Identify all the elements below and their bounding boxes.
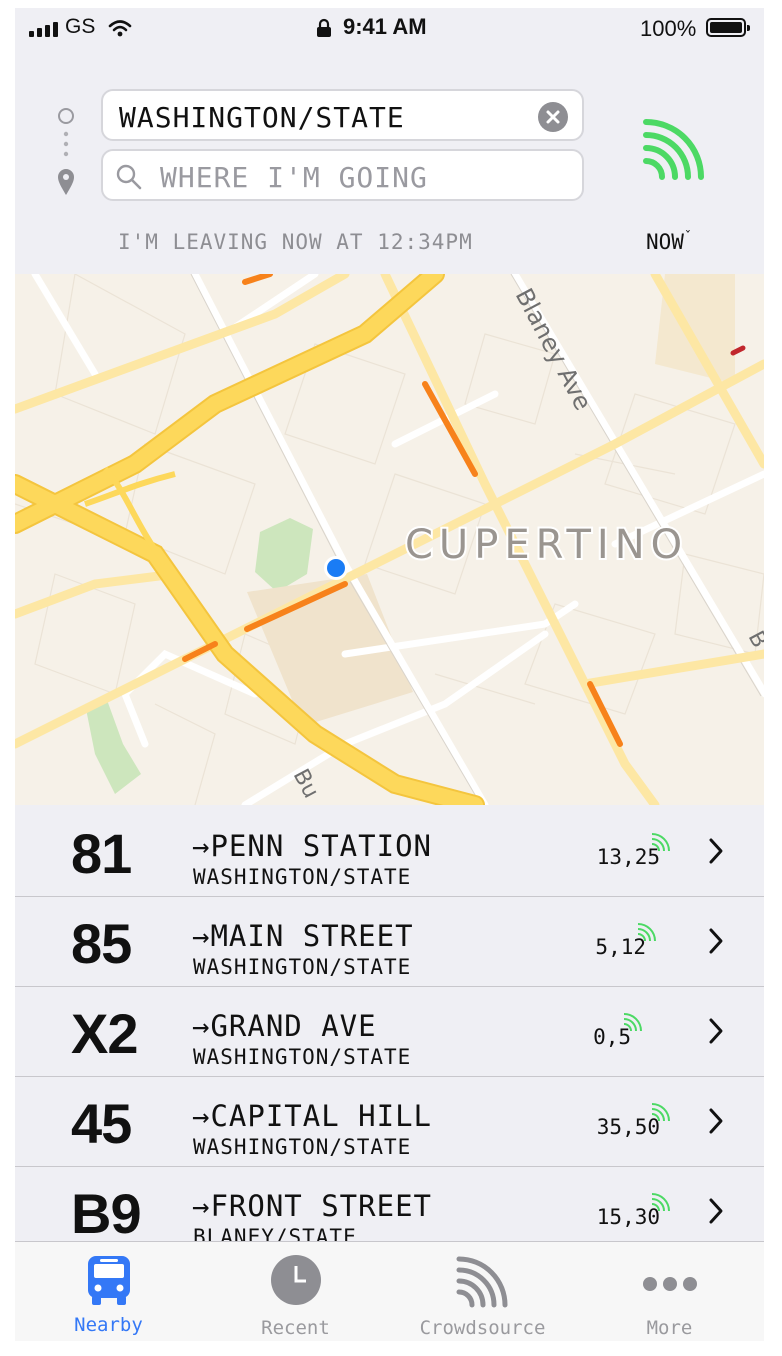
route-stop: WASHINGTON/STATE	[193, 1135, 412, 1159]
destination-field[interactable]: WHERE I'M GOING	[101, 149, 584, 201]
route-list: 81 →PENN STATION WASHINGTON/STATE 13,25 …	[15, 807, 764, 1257]
live-signal-icon	[651, 1103, 670, 1122]
tab-crowdsource[interactable]: Crowdsource	[389, 1242, 576, 1341]
wifi-icon	[108, 20, 132, 37]
live-tracking-icon[interactable]	[643, 116, 707, 180]
route-number: 45	[71, 1092, 132, 1155]
battery-icon	[706, 18, 750, 37]
tab-recent[interactable]: Recent	[202, 1242, 389, 1341]
arrow-right-icon: →	[192, 1189, 211, 1223]
route-destination: →GRAND AVE	[192, 1009, 377, 1043]
time-selector[interactable]: NOWˇ	[646, 230, 692, 254]
route-destination-label: GRAND AVE	[210, 1009, 377, 1043]
map-canvas: Blaney Ave Bu B CUPERTINO	[15, 274, 764, 805]
cellular-signal-icon	[29, 22, 58, 37]
live-signal-icon	[623, 1013, 642, 1032]
status-time: 9:41 AM	[343, 14, 427, 39]
route-destination-label: CAPITAL HILL	[210, 1099, 432, 1133]
street-label-blaney-ave: Blaney Ave	[510, 284, 597, 415]
destination-placeholder: WHERE I'M GOING	[160, 161, 428, 194]
route-destination: →CAPITAL HILL	[192, 1099, 432, 1133]
route-stop: WASHINGTON/STATE	[193, 1045, 412, 1069]
battery-percentage: 100%	[640, 16, 697, 41]
chevron-right-icon	[709, 1198, 723, 1224]
tab-label: Recent	[261, 1317, 330, 1339]
map-view[interactable]: Blaney Ave Bu B CUPERTINO	[15, 274, 764, 805]
tab-label: Nearby	[74, 1314, 143, 1336]
arrow-right-icon: →	[192, 1009, 211, 1043]
origin-value: WASHINGTON/STATE	[119, 101, 405, 134]
route-destination-label: PENN STATION	[210, 829, 432, 863]
route-destination: →FRONT STREET	[192, 1189, 432, 1223]
tab-label: Crowdsource	[419, 1317, 546, 1339]
route-row[interactable]: X2 →GRAND AVE WASHINGTON/STATE 0,5	[15, 987, 764, 1077]
route-number: B9	[71, 1182, 142, 1245]
tab-bar: Nearby Recent Crowdsource More	[15, 1241, 764, 1341]
chevron-right-icon	[709, 928, 723, 954]
route-stop: WASHINGTON/STATE	[193, 865, 412, 889]
arrow-right-icon: →	[192, 919, 211, 953]
carrier-name: GS	[65, 15, 96, 38]
live-signal-icon	[456, 1256, 507, 1308]
route-destination-label: MAIN STREET	[210, 919, 414, 953]
route-destination: →PENN STATION	[192, 829, 432, 863]
lock-icon	[317, 18, 331, 37]
route-row[interactable]: 81 →PENN STATION WASHINGTON/STATE 13,25	[15, 807, 764, 897]
route-number: X2	[71, 1002, 138, 1065]
status-bar: GS 9:41 AM 100%	[15, 8, 764, 48]
route-destination-label: FRONT STREET	[210, 1189, 432, 1223]
clear-origin-button[interactable]	[538, 102, 568, 132]
app-screen: GS 9:41 AM 100% WASHINGTON/STATE WHERE I…	[15, 8, 764, 1341]
route-row[interactable]: 45 →CAPITAL HILL WASHINGTON/STATE 35,50	[15, 1077, 764, 1167]
search-icon	[116, 164, 142, 190]
close-icon	[546, 110, 560, 124]
live-signal-icon	[651, 1193, 670, 1212]
tab-nearby[interactable]: Nearby	[15, 1242, 202, 1341]
route-number: 85	[71, 912, 132, 975]
live-signal-icon	[637, 923, 656, 942]
route-row[interactable]: 85 →MAIN STREET WASHINGTON/STATE 5,12	[15, 897, 764, 987]
street-label-bu: Bu	[288, 765, 324, 802]
chevron-right-icon	[709, 1108, 723, 1134]
chevron-down-icon: ˇ	[683, 230, 692, 245]
arrow-right-icon: →	[192, 1099, 211, 1133]
arrow-right-icon: →	[192, 829, 211, 863]
more-dots-icon	[642, 1277, 697, 1291]
live-signal-icon	[651, 833, 670, 852]
time-selector-label: NOW	[646, 230, 684, 254]
departure-time-text: I'M LEAVING NOW AT 12:34PM	[118, 230, 473, 254]
street-label-b: B	[743, 627, 764, 652]
chevron-right-icon	[709, 1018, 723, 1044]
clock-icon	[270, 1255, 321, 1305]
tab-more[interactable]: More	[576, 1242, 763, 1341]
chevron-right-icon	[709, 838, 723, 864]
route-destination: →MAIN STREET	[192, 919, 414, 953]
tab-label: More	[646, 1317, 693, 1339]
bus-icon	[87, 1256, 130, 1305]
city-label: CUPERTINO	[405, 522, 688, 568]
route-stop: WASHINGTON/STATE	[193, 955, 412, 979]
route-connector-icon	[58, 108, 74, 195]
route-number: 81	[71, 822, 132, 885]
origin-field[interactable]: WASHINGTON/STATE	[101, 89, 584, 141]
